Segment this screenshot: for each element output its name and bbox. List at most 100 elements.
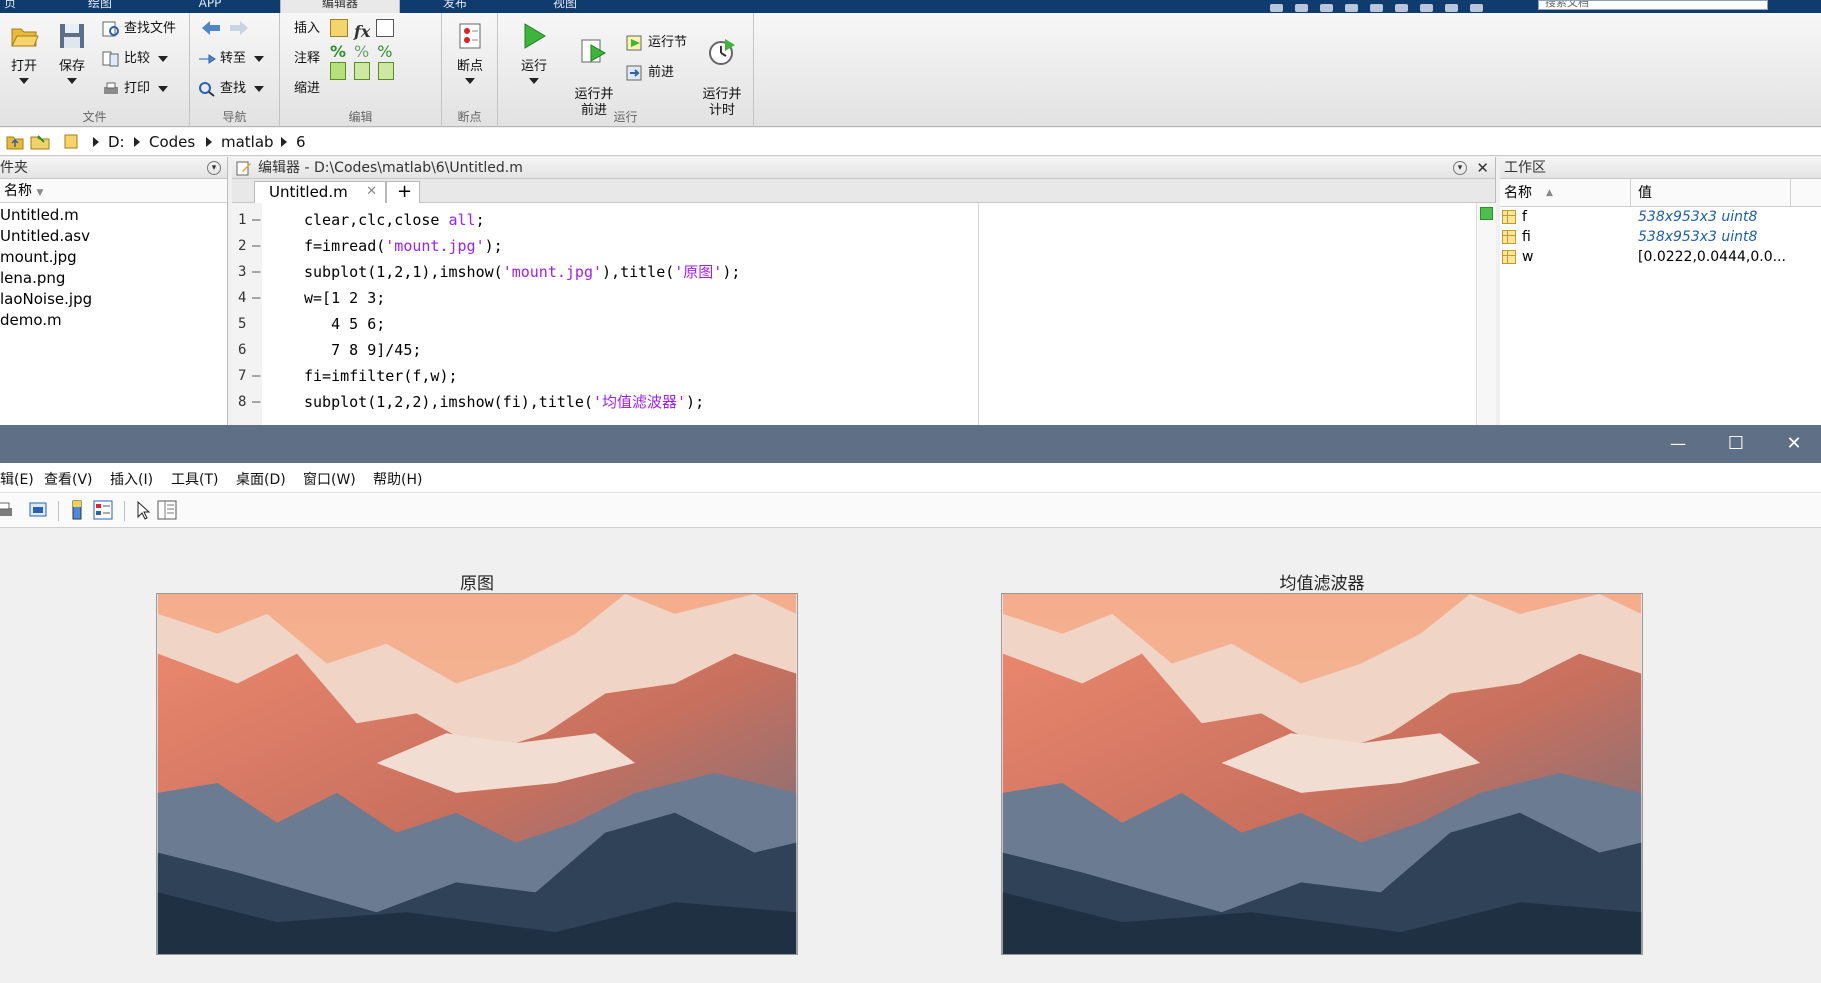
code-line[interactable]: w=[1 2 3; [274,285,1274,311]
save-button[interactable]: 保存 [48,21,96,84]
run-section-button[interactable]: 运行节 [626,33,687,53]
workspace-var-row[interactable]: w [0.0222,0.0444,0.0... [1500,247,1821,267]
executable-line-marker[interactable]: — [252,207,268,233]
run-button[interactable]: 运行 [510,21,558,84]
file-item[interactable]: demo.m [0,310,227,331]
edit-plot-arrow-icon[interactable] [132,499,154,521]
menu-view[interactable]: 查看(V) [44,469,93,489]
find-files-button[interactable]: 查找文件 [102,19,176,39]
print-button[interactable]: 打印 [102,79,169,99]
print-figure-icon[interactable] [0,499,16,521]
workspace-value-header[interactable]: 值 [1638,179,1652,207]
path-segment-drive[interactable]: D: [108,133,125,151]
legend-icon[interactable] [92,499,114,521]
decrease-indent-icon[interactable] [354,62,370,80]
uncomment-icon[interactable]: % [354,42,369,61]
menu-tools[interactable]: 工具(T) [171,469,218,489]
filtered-mountain-image[interactable] [1001,593,1643,955]
minimize-button[interactable]: — [1649,425,1707,463]
tab-publish[interactable]: 发布 [420,0,490,13]
indent-button[interactable]: 缩进 [294,79,320,99]
up-folder-icon[interactable] [6,133,24,150]
smart-indent-icon[interactable] [330,62,346,80]
copy-icon[interactable] [1320,4,1333,12]
workspace-var-row[interactable]: fi 538x953x3 uint8 [1500,227,1821,247]
link-plot-icon[interactable] [28,499,50,521]
file-item[interactable]: laoNoise.jpg [0,289,227,310]
run-and-time-button[interactable]: 运行并 计时 [698,21,746,119]
wrap-comments-icon[interactable]: % [377,42,392,61]
workspace-var-row[interactable]: f 538x953x3 uint8 [1500,207,1821,227]
close-editor-icon[interactable]: ✕ [1476,157,1489,179]
back-forward-arrows-icon[interactable] [200,19,250,37]
property-inspector-icon[interactable] [156,499,178,521]
menu-edit[interactable]: 辑(E) [0,469,34,489]
close-window-button[interactable]: ✕ [1765,425,1821,463]
code-line[interactable]: fi=imfilter(f,w); [274,363,1274,389]
colorbar-icon[interactable] [66,499,88,521]
find-button[interactable]: 查找 [198,79,265,99]
file-name-column-header[interactable]: 名称 ▼ [0,179,227,203]
insert-figure-icon[interactable] [376,19,395,37]
tab-apps[interactable]: APP [180,0,240,13]
path-segment-codes[interactable]: Codes [149,133,195,151]
code-area[interactable]: clear,clc,close all; f=imread('mount.jpg… [274,207,1274,415]
file-item[interactable]: mount.jpg [0,247,227,268]
paste-icon[interactable] [1345,4,1358,12]
help-icon[interactable] [1445,4,1458,12]
code-analyzer-status-icon[interactable] [1480,207,1493,220]
tab-plots[interactable]: 绘图 [70,0,130,13]
increase-indent-icon[interactable] [378,62,394,80]
executable-line-marker[interactable]: — [252,389,268,415]
insert-section-icon[interactable] [330,19,348,37]
code-line[interactable]: 7 8 9]/45; [274,337,1274,363]
maximize-button[interactable]: ☐ [1707,425,1765,463]
executable-line-marker[interactable]: — [252,259,268,285]
tab-home[interactable]: 页 [0,0,20,13]
breakpoints-button[interactable]: 断点 [446,21,494,84]
cut-icon[interactable] [1295,4,1308,12]
file-item[interactable]: lena.png [0,268,227,289]
path-segment-6[interactable]: 6 [296,133,306,151]
new-tab-button[interactable]: + [386,181,420,203]
code-line[interactable]: subplot(1,2,1),imshow('mount.jpg'),title… [274,259,1274,285]
close-tab-icon[interactable]: ✕ [366,182,377,202]
menu-desktop[interactable]: 桌面(D) [236,469,286,489]
executable-line-marker[interactable]: — [252,285,268,311]
panel-actions-icon[interactable]: ▾ [207,161,221,175]
redo-icon[interactable] [1395,4,1408,12]
executable-line-marker[interactable] [252,337,268,363]
code-line[interactable]: subplot(1,2,2),imshow(fi),title('均值滤波器')… [274,389,1274,415]
code-line[interactable]: f=imread('mount.jpg'); [274,233,1274,259]
executable-line-marker[interactable]: — [252,233,268,259]
search-documentation-input[interactable]: 搜索文档 [1538,0,1768,10]
file-item[interactable]: Untitled.asv [0,226,227,247]
comment-button[interactable]: 注释 [294,49,320,69]
executable-line-marker[interactable]: — [252,363,268,389]
goto-button[interactable]: 转至 [198,49,265,69]
tab-untitled-m[interactable]: Untitled.m ✕ [254,181,386,203]
file-item[interactable]: Untitled.m [0,205,227,226]
code-line[interactable]: clear,clc,close all; [274,207,1274,233]
advance-button[interactable]: 前进 [626,63,674,83]
code-line[interactable]: 4 5 6; [274,311,1274,337]
undo-icon[interactable] [1370,4,1383,12]
editor-actions-icon[interactable]: ▾ [1453,161,1467,175]
menu-window[interactable]: 窗口(W) [303,469,356,489]
comment-percent-icon[interactable]: % [330,42,346,61]
save-icon[interactable] [1270,4,1283,12]
fx-icon[interactable]: fx [354,22,370,41]
insert-button[interactable]: 插入 [294,19,320,39]
compare-button[interactable]: 比较 [102,49,169,69]
original-mountain-image[interactable] [156,593,798,955]
open-button[interactable]: 打开 [0,21,48,84]
menu-help[interactable]: 帮助(H) [373,469,422,489]
browse-folder-icon[interactable] [30,133,50,150]
menu-insert[interactable]: 插入(I) [110,469,153,489]
switch-windows-icon[interactable] [1420,4,1433,12]
path-segment-matlab[interactable]: matlab [221,133,274,151]
workspace-name-header[interactable]: 名称 [1504,179,1532,207]
figure-title-bar[interactable]: — ☐ ✕ [0,425,1821,463]
community-icon[interactable] [1470,4,1483,12]
tab-editor[interactable]: 编辑器 [280,0,400,13]
